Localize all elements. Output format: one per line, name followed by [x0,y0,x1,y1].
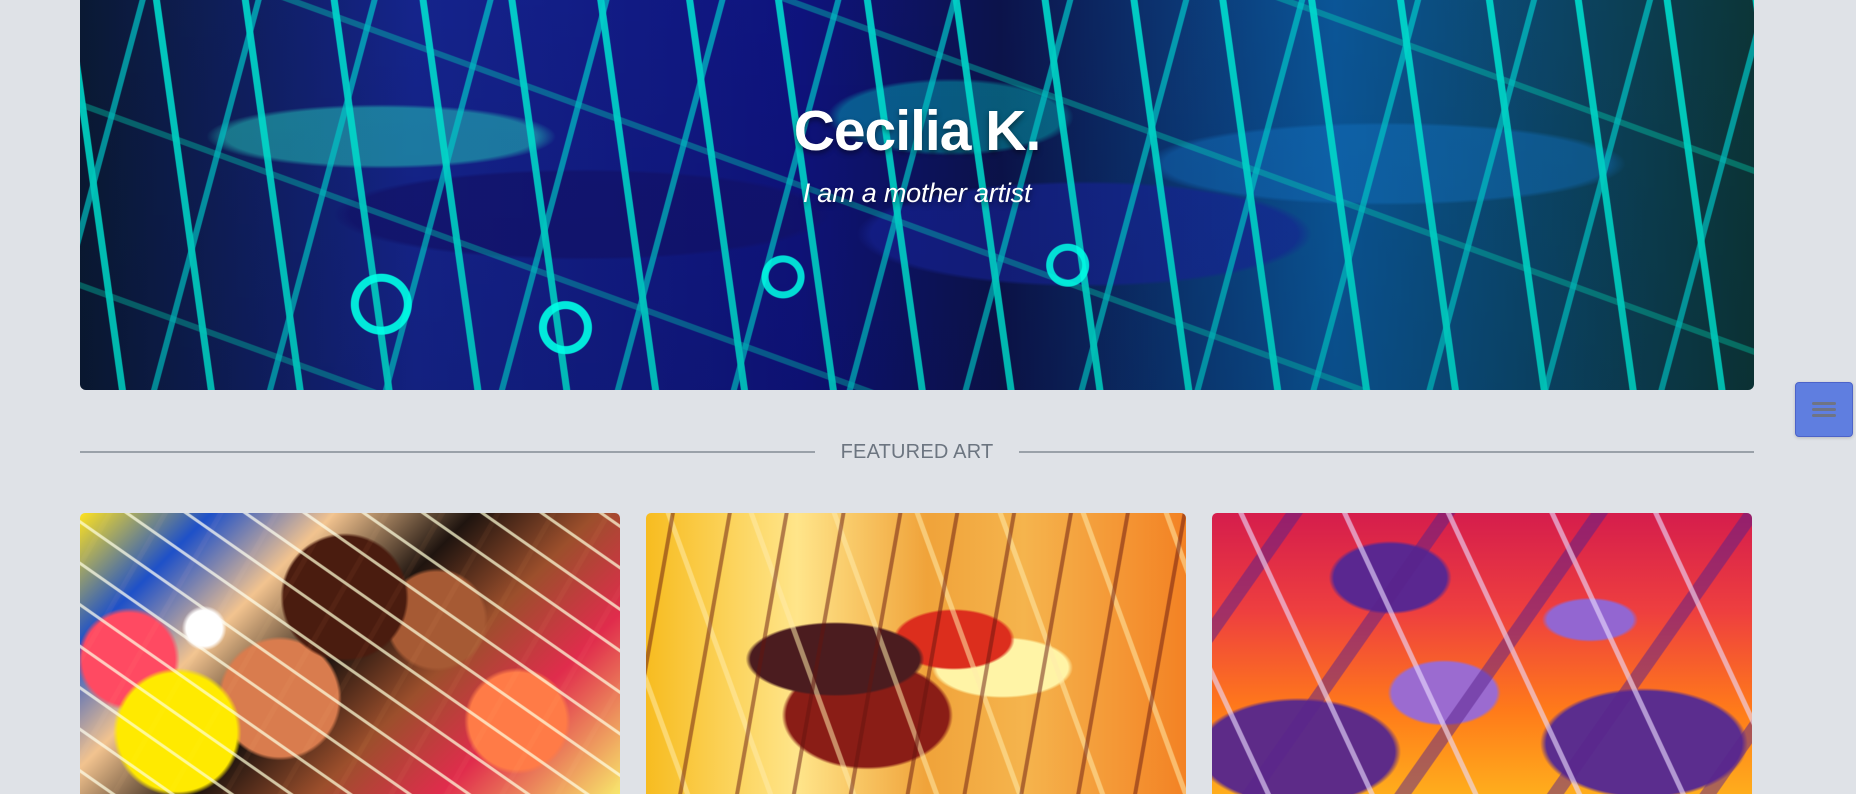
menu-line-icon [1812,413,1836,417]
hero-text: Cecilia K. I am a mother artist [80,103,1754,209]
featured-artwork-card[interactable] [80,513,620,794]
menu-button[interactable] [1795,382,1853,437]
artist-tagline: I am a mother artist [802,178,1032,208]
hero-banner: Cecilia K. I am a mother artist [80,0,1754,390]
menu-line-icon [1812,407,1836,411]
section-divider-left [80,451,815,453]
featured-art-label: FEATURED ART [840,440,994,463]
hamburger-menu-icon [1812,401,1836,418]
featured-artwork-card[interactable] [1212,513,1752,794]
featured-art-heading: FEATURED ART [80,438,1755,466]
section-divider-right [1019,451,1755,453]
artist-name: Cecilia K. [793,99,1042,163]
featured-artwork-card[interactable] [646,513,1186,794]
menu-line-icon [1812,401,1836,405]
